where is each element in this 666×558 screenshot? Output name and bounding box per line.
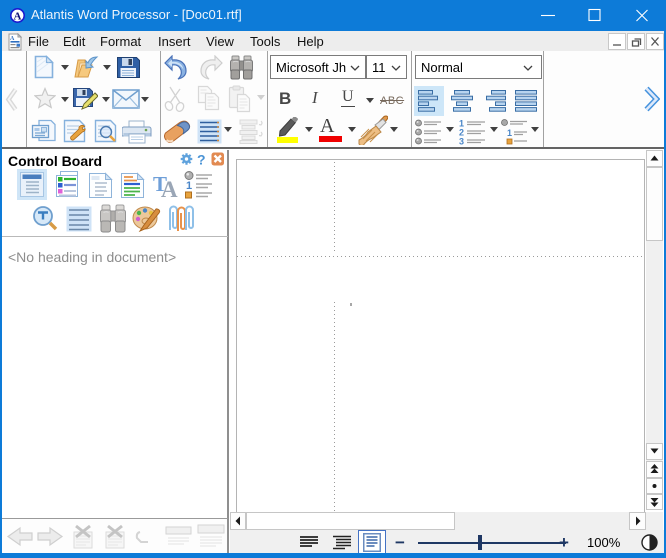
svg-text:?: ? [197, 152, 206, 166]
svg-text:A: A [14, 10, 22, 22]
svg-text:3: 3 [459, 137, 464, 146]
svg-text:1: 1 [186, 180, 192, 192]
svg-text:1: 1 [507, 128, 512, 138]
svg-text:A: A [161, 177, 178, 199]
